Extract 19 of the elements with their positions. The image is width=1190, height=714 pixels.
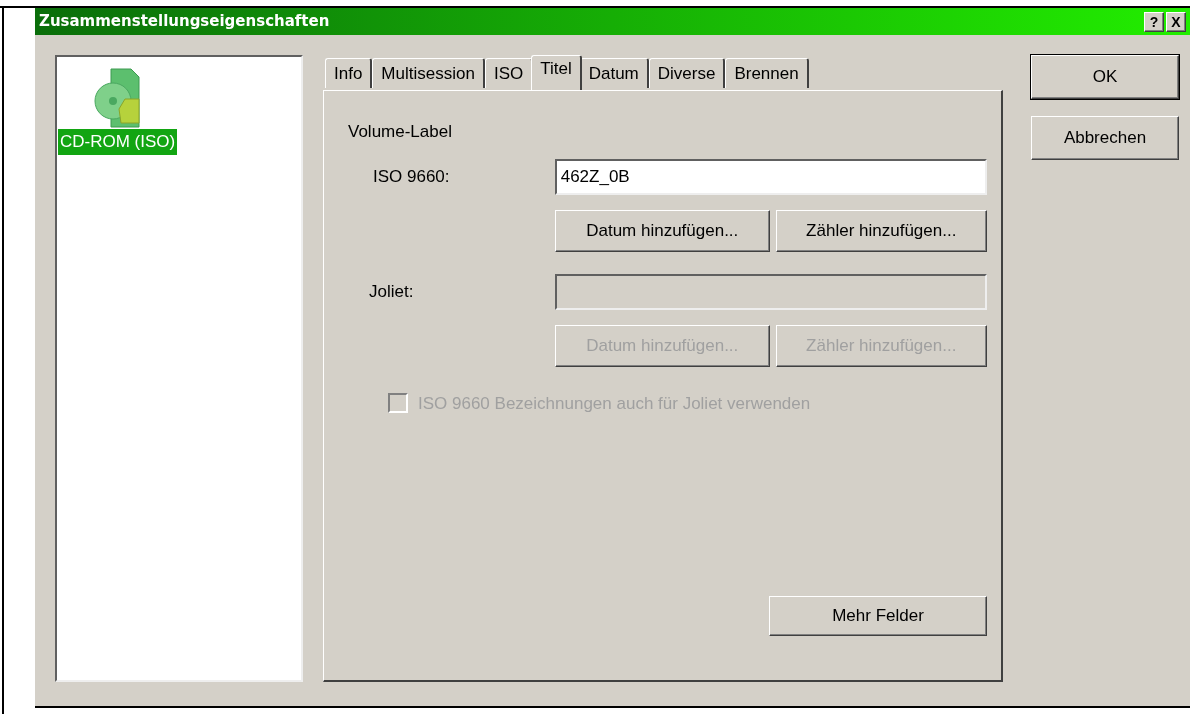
- dialog-button[interactable]: Zähler hinzufügen...: [775, 209, 987, 252]
- close-button[interactable]: X: [1166, 11, 1186, 32]
- tab[interactable]: Multisession: [372, 58, 485, 88]
- text-field[interactable]: 462Z_0B: [554, 158, 987, 195]
- tab[interactable]: Info: [325, 58, 373, 88]
- field-label: Joliet:: [368, 280, 415, 303]
- window-title: Zusammenstellungseigenschaften: [39, 11, 330, 33]
- tab[interactable]: Diverse: [648, 58, 726, 88]
- tab[interactable]: Datum: [579, 58, 649, 88]
- tab[interactable]: Titel: [531, 55, 582, 90]
- field-label: ISO 9660:: [372, 165, 451, 188]
- dialog-button[interactable]: Datum hinzufügen...: [555, 209, 770, 252]
- dialog-button[interactable]: Abbrechen: [1031, 116, 1179, 160]
- dialog-button[interactable]: OK: [1031, 55, 1179, 99]
- tab[interactable]: Brennen: [725, 58, 809, 88]
- group-label: Volume-Label: [348, 121, 453, 143]
- tab[interactable]: ISO: [484, 58, 534, 88]
- dialog-button[interactable]: Mehr Felder: [769, 596, 987, 636]
- help-button[interactable]: ?: [1144, 11, 1164, 32]
